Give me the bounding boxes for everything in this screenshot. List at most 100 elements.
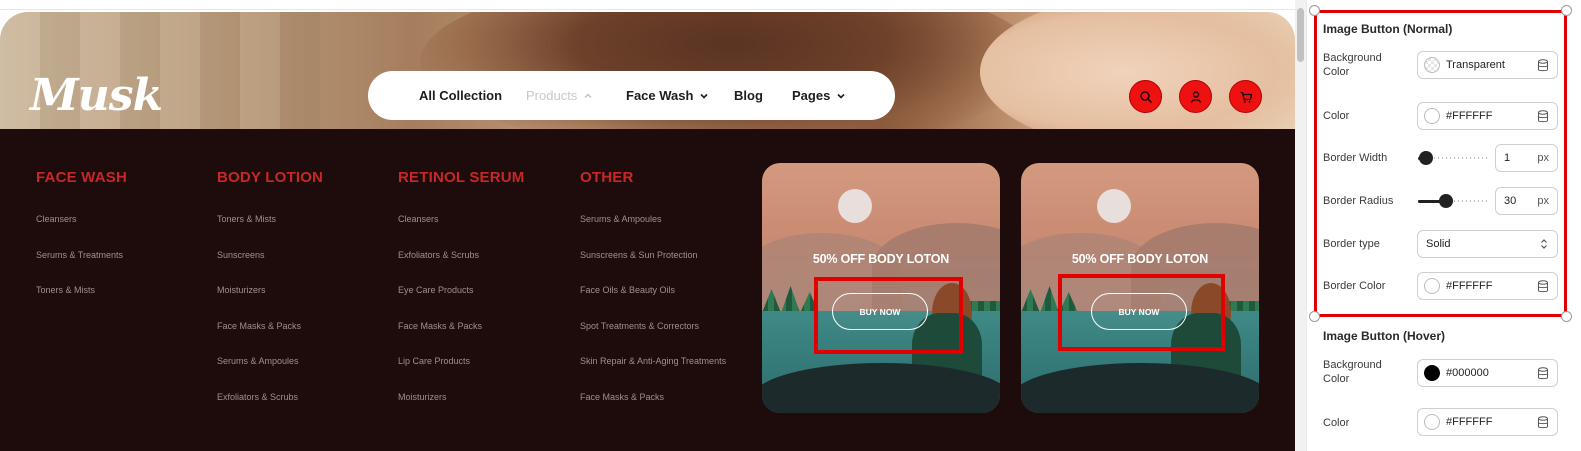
border-type-select[interactable]: Solid xyxy=(1417,230,1558,258)
menu-link[interactable]: Moisturizers xyxy=(398,392,525,428)
nav-item-label: Face Wash xyxy=(626,88,694,103)
menu-link[interactable]: Serums & Ampoules xyxy=(217,356,323,392)
border-width-label: Border Width xyxy=(1323,152,1388,164)
promo-title: 50% OFF BODY LOTON xyxy=(812,252,950,266)
border-width-slider[interactable] xyxy=(1418,151,1488,165)
menu-link[interactable]: Face Masks & Packs xyxy=(398,321,525,357)
menu-link[interactable]: Serums & Treatments xyxy=(36,250,127,286)
menu-link[interactable]: Cleansers xyxy=(398,214,525,250)
nav-item-label: All Collection xyxy=(419,88,503,103)
cart-icon xyxy=(1240,91,1252,103)
border-width-input[interactable]: 1 px xyxy=(1495,144,1558,172)
select-value: Solid xyxy=(1426,238,1451,250)
resize-handle[interactable] xyxy=(1309,5,1320,16)
chevron-down-icon xyxy=(837,93,845,99)
border-color-label: Border Color xyxy=(1323,280,1386,292)
nav-item-products[interactable]: Products xyxy=(526,88,626,103)
site-preview: Musk All Collection Products Face Wash B… xyxy=(0,12,1295,451)
canvas-top-strip xyxy=(0,0,1305,10)
border-radius-slider[interactable] xyxy=(1418,194,1488,208)
database-icon[interactable] xyxy=(1537,279,1549,293)
up-down-chevron-icon xyxy=(1541,239,1547,249)
menu-link[interactable]: Toners & Mists xyxy=(36,285,127,321)
promo-sun xyxy=(838,189,872,223)
slider-knob[interactable] xyxy=(1439,194,1453,208)
site-logo[interactable]: Musk xyxy=(30,70,163,121)
background-color-label: Background Color xyxy=(1323,52,1382,78)
border-radius-input[interactable]: 30 px xyxy=(1495,187,1558,215)
promo-boat xyxy=(1021,363,1259,413)
menu-link[interactable]: Moisturizers xyxy=(217,285,323,321)
promo-boat xyxy=(762,363,1000,413)
color-value: #FFFFFF xyxy=(1446,110,1493,122)
menu-link[interactable]: Cleansers xyxy=(36,214,127,250)
preview-scrollbar[interactable] xyxy=(1295,0,1306,451)
slider-knob[interactable] xyxy=(1419,151,1434,165)
chevron-up-icon xyxy=(584,92,592,98)
promo-sun xyxy=(1097,189,1131,223)
menu-column-heading: BODY LOTION xyxy=(217,169,324,186)
cart-button[interactable] xyxy=(1229,80,1262,113)
menu-link[interactable]: Face Masks & Packs xyxy=(580,392,726,428)
hover-color-label: Color xyxy=(1323,417,1350,429)
menu-column-heading: RETINOL SERUM xyxy=(398,169,525,186)
nav-item-label: Blog xyxy=(734,88,763,103)
hover-background-color-field[interactable]: #000000 xyxy=(1417,359,1558,387)
menu-column-heading: OTHER xyxy=(580,169,634,186)
promo-title: 50% OFF BODY LOTON xyxy=(1071,252,1209,266)
hover-background-color-label: Background Color xyxy=(1323,359,1382,385)
nav-item-face-wash[interactable]: Face Wash xyxy=(626,88,734,103)
menu-column-body-lotion: BODY LOTION Toners & Mists Sunscreens Mo… xyxy=(217,169,323,428)
border-radius-label: Border Radius xyxy=(1323,195,1394,207)
nav-item-label: Pages xyxy=(792,88,831,103)
color-label: Color xyxy=(1323,110,1350,122)
menu-link[interactable]: Face Masks & Packs xyxy=(217,321,323,357)
resize-handle[interactable] xyxy=(1309,311,1320,322)
hover-color-field[interactable]: #FFFFFF xyxy=(1417,408,1558,436)
section-title-normal: Image Button (Normal) xyxy=(1323,22,1453,36)
chevron-down-icon xyxy=(700,93,709,99)
preview-scrollbar-thumb[interactable] xyxy=(1297,8,1304,62)
menu-link[interactable]: Spot Treatments & Correctors xyxy=(580,321,726,357)
color-swatch[interactable] xyxy=(1424,57,1440,73)
menu-link[interactable]: Eye Care Products xyxy=(398,285,525,321)
resize-handle[interactable] xyxy=(1561,311,1572,322)
menu-link[interactable]: Lip Care Products xyxy=(398,356,525,392)
menu-link[interactable]: Skin Repair & Anti-Aging Treatments xyxy=(580,356,726,392)
menu-link[interactable]: Toners & Mists xyxy=(217,214,323,250)
color-swatch[interactable] xyxy=(1424,108,1440,124)
database-icon[interactable] xyxy=(1537,109,1549,123)
number-value: 1 xyxy=(1504,152,1511,164)
nav-item-pages[interactable]: Pages xyxy=(792,88,852,103)
color-value: Transparent xyxy=(1446,59,1505,71)
unit-label: px xyxy=(1537,195,1549,207)
menu-link[interactable]: Sunscreens xyxy=(217,250,323,286)
resize-handle[interactable] xyxy=(1561,5,1572,16)
menu-link[interactable]: Serums & Ampoules xyxy=(580,214,726,250)
color-swatch[interactable] xyxy=(1424,278,1440,294)
menu-link[interactable]: Exfoliators & Scrubs xyxy=(398,250,525,286)
account-button[interactable] xyxy=(1179,80,1212,113)
section-title-hover: Image Button (Hover) xyxy=(1323,329,1446,343)
menu-link[interactable]: Sunscreens & Sun Protection xyxy=(580,250,726,286)
menu-column-retinol-serum: RETINOL SERUM Cleansers Exfoliators & Sc… xyxy=(398,169,525,428)
main-nav: All Collection Products Face Wash Blog P… xyxy=(368,71,895,120)
color-swatch[interactable] xyxy=(1424,365,1440,381)
search-button[interactable] xyxy=(1129,80,1162,113)
color-value: #FFFFFF xyxy=(1446,280,1493,292)
background-color-field[interactable]: Transparent xyxy=(1417,51,1558,79)
nav-item-all-collection[interactable]: All Collection xyxy=(419,88,526,103)
menu-link[interactable]: Exfoliators & Scrubs xyxy=(217,392,323,428)
database-icon[interactable] xyxy=(1537,366,1549,380)
color-value: #000000 xyxy=(1446,367,1489,379)
database-icon[interactable] xyxy=(1537,415,1549,429)
color-swatch[interactable] xyxy=(1424,414,1440,430)
database-icon[interactable] xyxy=(1537,58,1549,72)
menu-column-face-wash: FACE WASH Cleansers Serums & Treatments … xyxy=(36,169,127,321)
nav-item-label: Products xyxy=(526,88,578,103)
border-color-field[interactable]: #FFFFFF xyxy=(1417,272,1558,300)
menu-column-other: OTHER Serums & Ampoules Sunscreens & Sun… xyxy=(580,169,726,428)
menu-link[interactable]: Face Oils & Beauty Oils xyxy=(580,285,726,321)
color-field[interactable]: #FFFFFF xyxy=(1417,102,1558,130)
nav-item-blog[interactable]: Blog xyxy=(734,88,792,103)
